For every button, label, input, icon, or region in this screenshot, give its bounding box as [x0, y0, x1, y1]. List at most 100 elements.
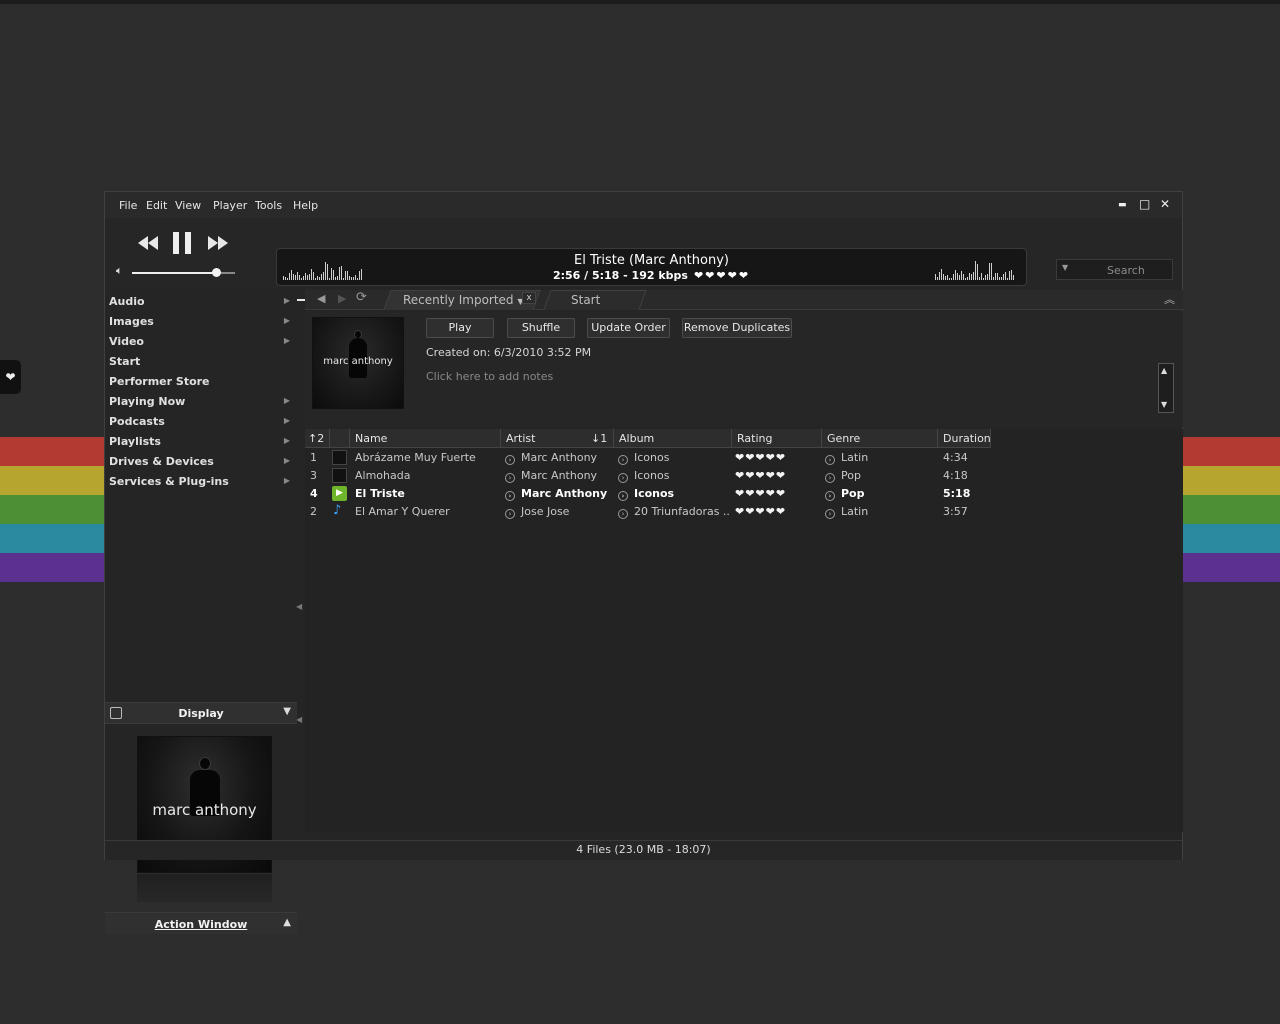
column-rating[interactable]: Rating: [732, 429, 822, 448]
search-input[interactable]: ▼ Search: [1056, 259, 1173, 280]
column-artist[interactable]: Artist ↓1: [501, 429, 614, 448]
sidebar-item-video[interactable]: Video ▶: [109, 333, 293, 351]
sidebar-item-start[interactable]: Start: [109, 353, 293, 371]
now-playing-rating[interactable]: ❤❤❤❤❤: [694, 269, 750, 282]
cell-album-text: 20 Triunfadoras ...: [634, 505, 730, 518]
go-to-icon[interactable]: ›: [618, 455, 628, 465]
now-playing-time: 2:56 / 5:18 - 192 kbps: [552, 269, 688, 282]
sidebar-item-services-plug-ins[interactable]: Services & Plug-ins ▶: [109, 473, 293, 491]
column-name[interactable]: Name: [350, 429, 501, 448]
volume-icon[interactable]: 🔈︎: [116, 264, 123, 278]
menu-edit[interactable]: Edit: [146, 199, 167, 212]
column-sort[interactable]: ↑2: [305, 429, 330, 448]
go-to-icon[interactable]: ›: [825, 491, 835, 501]
sidebar-item-images[interactable]: Images ▶: [109, 313, 293, 331]
go-to-icon[interactable]: ›: [825, 455, 835, 465]
go-to-icon[interactable]: ›: [618, 491, 628, 501]
column-album[interactable]: Album: [614, 429, 732, 448]
table-row[interactable]: ♪ 2 El Amar Y Querer › Jose Jose › 20 Triunfad…: [305, 503, 1183, 521]
tab-start[interactable]: Start: [543, 290, 647, 310]
tab-close-icon[interactable]: x: [522, 292, 536, 304]
refresh-icon[interactable]: ⟳: [356, 290, 367, 305]
maximize-icon[interactable]: □: [1139, 197, 1150, 211]
desktop-heart-tab[interactable]: ❤: [0, 360, 21, 394]
previous-icon[interactable]: [137, 236, 159, 250]
go-to-icon[interactable]: ›: [505, 509, 515, 519]
go-to-icon[interactable]: ›: [618, 473, 628, 483]
cell-genre: › Pop: [825, 487, 935, 501]
menu-help[interactable]: Help: [293, 199, 318, 212]
shuffle-button[interactable]: Shuffle: [507, 318, 575, 338]
go-to-icon[interactable]: ›: [505, 455, 515, 465]
column-genre[interactable]: Genre: [822, 429, 938, 448]
cell-genre: › Latin: [825, 451, 935, 465]
sidebar-item-performer-store[interactable]: Performer Store: [109, 373, 293, 391]
column-icon[interactable]: [330, 429, 350, 448]
chevron-right-icon: ▶: [283, 416, 290, 425]
chevron-right-icon: ▶: [283, 336, 290, 345]
update-order-button[interactable]: Update Order: [587, 318, 670, 338]
album-art-small: marc anthony: [312, 317, 404, 409]
menu-bar: File Edit View Player Tools Help ▬ □ ✕: [105, 192, 1182, 218]
cell-artist-text: Marc Anthony: [521, 487, 608, 500]
album-art-reflection: [137, 874, 272, 902]
cell-duration-text: 5:18: [943, 487, 971, 500]
menu-file[interactable]: File: [119, 199, 137, 212]
table-row[interactable]: ▶ 4 El Triste › Marc Anthony › Iconos ❤❤❤❤❤ › Pop…: [305, 485, 1183, 503]
table-row[interactable]: 1 Abrázame Muy Fuerte › Marc Anthony › Iconos…: [305, 449, 1183, 467]
display-panel-header[interactable]: Display ▼: [105, 702, 297, 724]
sidebar-item-drives-devices[interactable]: Drives & Devices ▶: [109, 453, 293, 471]
cell-rating[interactable]: ❤❤❤❤❤: [735, 469, 821, 482]
sidebar: Audio ▶ Images ▶ Video ▶ Start Performer Store P…: [105, 290, 302, 934]
sidebar-item-playlists[interactable]: Playlists ▶: [109, 433, 293, 451]
play-button[interactable]: Play: [426, 318, 494, 338]
action-window-link[interactable]: Action Window: [105, 918, 297, 931]
close-icon[interactable]: ✕: [1160, 197, 1170, 211]
go-to-icon[interactable]: ›: [825, 509, 835, 519]
chevron-down-icon[interactable]: ▼: [283, 706, 291, 717]
menu-view[interactable]: View: [175, 199, 201, 212]
chevron-right-icon: ▶: [283, 396, 290, 405]
go-to-icon[interactable]: ›: [505, 491, 515, 501]
cell-rating[interactable]: ❤❤❤❤❤: [735, 487, 821, 500]
cell-rating-text: ❤❤❤❤❤: [735, 505, 787, 518]
menu-player[interactable]: Player: [213, 199, 247, 212]
notes-scrollbar[interactable]: ▲ ▼: [1158, 363, 1174, 413]
pause-icon[interactable]: [172, 232, 192, 254]
go-to-icon[interactable]: ›: [825, 473, 835, 483]
album-art-small-text: marc anthony: [323, 356, 393, 367]
notes-field[interactable]: Click here to add notes: [426, 370, 553, 383]
cell-duration: 3:57: [943, 505, 991, 518]
go-to-icon[interactable]: ›: [618, 509, 628, 519]
column-duration[interactable]: Duration: [938, 429, 991, 448]
scroll-up-icon[interactable]: ▲: [1161, 366, 1167, 375]
sidebar-item-playing-now[interactable]: Playing Now ▶: [109, 393, 293, 411]
sidebar-item-audio[interactable]: Audio ▶: [109, 293, 293, 311]
minimize-icon[interactable]: ▬: [1118, 200, 1127, 210]
back-arrow-icon[interactable]: ◀: [317, 292, 325, 305]
scroll-down-icon[interactable]: ▼: [1161, 400, 1167, 409]
collapse-header-icon[interactable]: ︽: [1164, 291, 1175, 307]
remove-duplicates-button[interactable]: Remove Duplicates: [682, 318, 792, 338]
forward-arrow-icon[interactable]: ▶: [338, 292, 346, 305]
action-window-bar[interactable]: Action Window ▲: [105, 912, 297, 934]
now-playing-info: 2:56 / 5:18 - 192 kbps ❤❤❤❤❤: [277, 269, 1026, 282]
cell-rating[interactable]: ❤❤❤❤❤: [735, 451, 821, 464]
cell-rating[interactable]: ❤❤❤❤❤: [735, 505, 821, 518]
stripe-l-0: [0, 437, 104, 466]
cell-genre-text: Pop: [841, 487, 865, 500]
table-row[interactable]: 3 Almohada › Marc Anthony › Iconos ❤❤❤❤❤ › Pop 4:…: [305, 467, 1183, 485]
chevron-up-icon[interactable]: ▲: [283, 917, 291, 928]
volume-knob[interactable]: [212, 268, 222, 277]
stripe-l-2: [0, 495, 104, 524]
chevron-down-icon[interactable]: ▼: [1062, 263, 1068, 272]
menu-tools[interactable]: Tools: [255, 199, 282, 212]
sidebar-item-label: Services & Plug-ins: [109, 475, 229, 488]
sidebar-collapse-icon[interactable]: ◀: [296, 602, 302, 611]
sidebar-item-podcasts[interactable]: Podcasts ▶: [109, 413, 293, 431]
stripe-r-2: [1183, 495, 1280, 524]
go-to-icon[interactable]: ›: [505, 473, 515, 483]
next-icon[interactable]: [207, 236, 229, 250]
tab-recently-imported[interactable]: Recently Imported ▼: [383, 290, 541, 310]
tab-label: Recently Imported: [403, 293, 514, 307]
